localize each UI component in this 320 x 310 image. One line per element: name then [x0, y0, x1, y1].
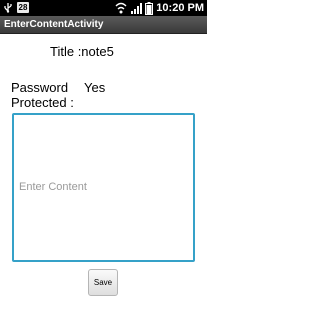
usb-icon	[4, 3, 12, 13]
wifi-icon	[115, 2, 127, 13]
clock: 10:20 PM	[156, 2, 204, 14]
content-input[interactable]: Enter Content	[12, 113, 195, 262]
note-title: Title :note5	[50, 44, 114, 59]
save-button[interactable]: Save	[88, 269, 118, 296]
status-bar-right: 10:20 PM	[115, 1, 204, 15]
status-bar-left: 28	[2, 2, 29, 13]
notification-count-badge: 28	[17, 2, 29, 13]
content-placeholder: Enter Content	[19, 181, 87, 193]
password-protected-value: Yes	[84, 80, 106, 95]
password-protected-label: Password Protected :	[11, 80, 74, 110]
status-bar: 28 10:20 PM	[0, 0, 207, 16]
activity-title-bar: EnterContentActivity	[0, 16, 207, 34]
signal-icon	[131, 2, 143, 14]
battery-icon	[145, 1, 154, 15]
